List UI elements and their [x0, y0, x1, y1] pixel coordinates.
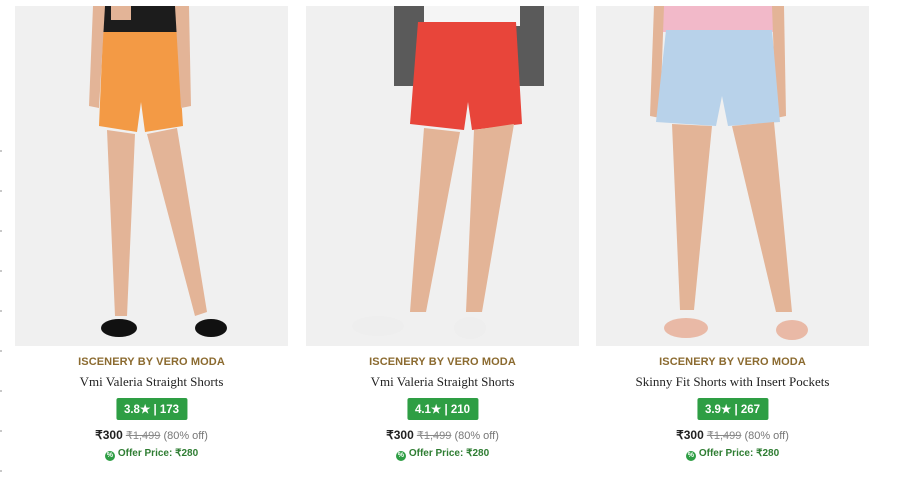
- offer-price-row: % Offer Price: ₹280: [306, 448, 579, 461]
- discount-label: (80% off): [163, 430, 208, 442]
- original-price: ₹1,499: [125, 430, 161, 442]
- offer-price-row: % Offer Price: ₹280: [15, 448, 288, 461]
- price-row: ₹300 ₹1,499 (80% off): [596, 428, 869, 442]
- rating-badge: 3.9★ | 267: [696, 398, 769, 420]
- product-brand[interactable]: ISCENERY BY VERO MODA: [15, 356, 288, 368]
- product-grid: ISCENERY BY VERO MODA Vmi Valeria Straig…: [15, 6, 885, 486]
- product-brand[interactable]: ISCENERY BY VERO MODA: [596, 356, 869, 368]
- offer-price: Offer Price: ₹280: [408, 448, 490, 459]
- offer-tag-icon: %: [104, 451, 115, 461]
- offer-tag-icon: %: [395, 451, 406, 461]
- price-row: ₹300 ₹1,499 (80% off): [306, 428, 579, 442]
- offer-price: Offer Price: ₹280: [698, 448, 780, 459]
- page-edge-markers: [0, 0, 3, 492]
- offer-price-row: % Offer Price: ₹280: [596, 448, 869, 461]
- current-price: ₹300: [386, 428, 414, 442]
- offer-price: Offer Price: ₹280: [117, 448, 199, 459]
- product-card[interactable]: ISCENERY BY VERO MODA Skinny Fit Shorts …: [596, 6, 869, 476]
- product-brand[interactable]: ISCENERY BY VERO MODA: [306, 356, 579, 368]
- rating-badge: 3.8★ | 173: [115, 398, 188, 420]
- product-card[interactable]: ISCENERY BY VERO MODA Vmi Valeria Straig…: [15, 6, 288, 476]
- price-row: ₹300 ₹1,499 (80% off): [15, 428, 288, 442]
- product-image[interactable]: [596, 6, 869, 346]
- product-image[interactable]: [15, 6, 288, 346]
- rating-badge: 4.1★ | 210: [406, 398, 479, 420]
- current-price: ₹300: [95, 428, 123, 442]
- product-card[interactable]: ISCENERY BY VERO MODA Vmi Valeria Straig…: [306, 6, 579, 476]
- discount-label: (80% off): [454, 430, 499, 442]
- product-title[interactable]: Skinny Fit Shorts with Insert Pockets: [596, 374, 869, 390]
- product-title[interactable]: Vmi Valeria Straight Shorts: [306, 374, 579, 390]
- product-title[interactable]: Vmi Valeria Straight Shorts: [15, 374, 288, 390]
- original-price: ₹1,499: [706, 430, 742, 442]
- offer-tag-icon: %: [685, 451, 696, 461]
- original-price: ₹1,499: [416, 430, 452, 442]
- product-image[interactable]: [306, 6, 579, 346]
- current-price: ₹300: [676, 428, 704, 442]
- discount-label: (80% off): [744, 430, 789, 442]
